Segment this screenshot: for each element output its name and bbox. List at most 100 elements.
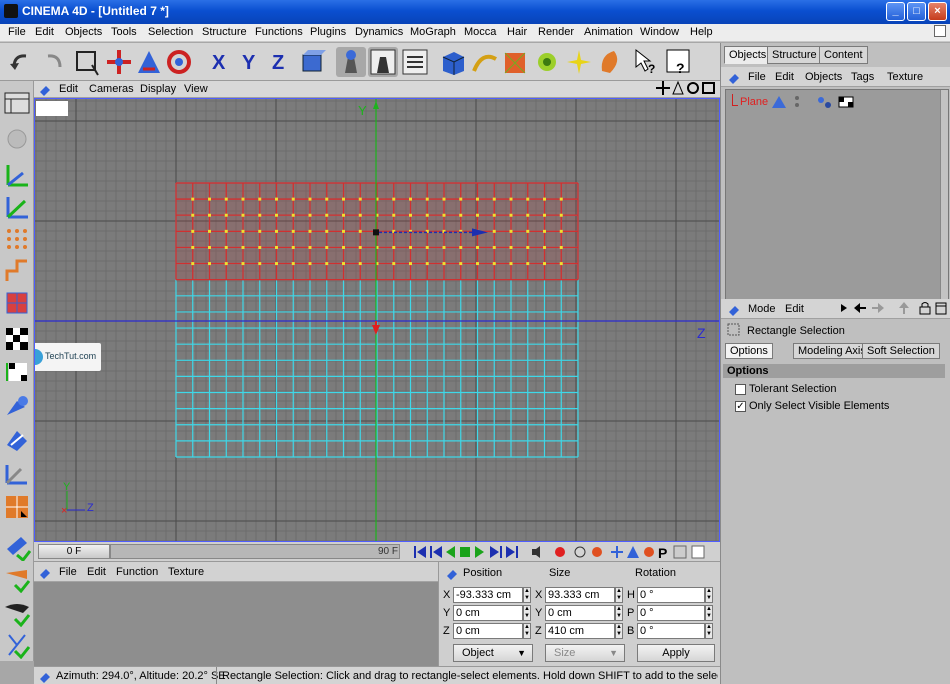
object-menu-tags[interactable]: Tags [851,71,874,83]
move-icon[interactable] [104,47,134,77]
nurbs-icon[interactable] [500,47,530,77]
z-axis-lock-icon[interactable]: Z [266,47,296,77]
chevron-right-icon[interactable] [839,301,849,318]
size-x-field[interactable]: 93.333 cm [545,587,615,603]
rotate-icon[interactable] [164,47,194,77]
tolerant-selection-checkbox[interactable] [735,384,746,395]
pos-x-field[interactable]: -93.333 cm [453,587,523,603]
object-pin-icon[interactable] [727,70,741,87]
y-axis-lock-icon[interactable]: Y [236,47,266,77]
timeline-track[interactable] [110,544,400,559]
lock-icon[interactable] [919,301,931,318]
x-axis-lock-icon[interactable]: X [206,47,236,77]
panel-layout-icon[interactable] [934,25,946,37]
render-active-icon[interactable] [368,47,398,77]
object-row-plane[interactable]: Plane [732,94,942,112]
edges-mode-icon[interactable] [3,257,31,285]
viewport-3d[interactable]: × Y Z Y Z TechTut.com [34,98,720,542]
deformer-icon[interactable] [564,47,594,77]
tab-soft-selection[interactable]: Soft Selection [862,343,940,359]
object-menu-file[interactable]: File [748,71,766,83]
size-y-spinner[interactable]: ▲ ▼ [615,605,623,621]
menu-selection[interactable]: Selection [148,26,193,38]
context-help-icon[interactable]: ? [664,47,694,77]
tab-objects[interactable]: Objects [724,46,772,64]
phong-tag-icon[interactable] [816,94,834,113]
viewport-menu-view[interactable]: View [184,83,208,95]
menu-functions[interactable]: Functions [255,26,303,38]
coord-pin-icon[interactable] [445,566,459,583]
object-axis-tool-icon[interactable] [3,459,31,487]
object-menu-edit[interactable]: Edit [775,71,794,83]
points-mode-icon[interactable] [3,225,31,253]
symmetry-tool-icon[interactable] [3,631,31,660]
model-mode-icon[interactable] [3,125,31,153]
render-view-icon[interactable] [336,47,366,77]
animation-mode-icon[interactable] [3,393,31,421]
viewport-canvas[interactable]: × [35,99,720,542]
minimize-button[interactable]: _ [886,2,905,21]
scene-object-icon[interactable] [596,47,626,77]
rectangle-select-icon[interactable] [72,47,102,77]
pos-y-spinner[interactable]: ▲ ▼ [523,605,531,621]
viewport-move-icon[interactable] [656,81,670,98]
menu-edit[interactable]: Edit [35,26,54,38]
visibility-dots-icon[interactable] [794,95,799,109]
brush-tool-icon[interactable] [3,533,32,563]
render-settings-icon[interactable] [400,47,430,77]
menu-plugins[interactable]: Plugins [310,26,346,38]
coordinate-mode-dropdown[interactable]: Object ▼ [453,644,533,662]
menu-animation[interactable]: Animation [584,26,633,38]
tab-modeling-axis[interactable]: Modeling Axis [793,343,871,359]
world-coordinates-icon[interactable] [298,47,328,77]
tab-options[interactable]: Options [725,343,773,359]
size-z-spinner[interactable]: ▲ ▼ [615,623,623,639]
menu-mograph[interactable]: MoGraph [410,26,456,38]
sculpt-tool-icon[interactable] [3,599,31,628]
object-menu-objects[interactable]: Objects [805,71,842,83]
viewport-menu-cameras[interactable]: Cameras [89,83,134,95]
menu-help[interactable]: Help [690,26,713,38]
menu-hair[interactable]: Hair [507,26,527,38]
rot-p-spinner[interactable]: ▲ ▼ [705,605,713,621]
menu-tools[interactable]: Tools [111,26,137,38]
new-window-icon[interactable] [935,301,947,318]
polygons-mode-icon[interactable] [3,289,31,317]
viewport-menu-edit[interactable]: Edit [59,83,78,95]
attribute-menu-edit[interactable]: Edit [785,303,804,315]
pointer-help-icon[interactable]: ? [632,47,662,77]
object-name[interactable]: Plane [740,96,768,108]
maximize-button[interactable]: □ [907,2,926,21]
attribute-pin-icon[interactable] [727,302,741,319]
viewport-zoom-icon[interactable] [671,80,685,98]
tab-structure[interactable]: Structure [767,46,822,64]
size-x-spinner[interactable]: ▲ ▼ [615,587,623,603]
redo-icon[interactable] [38,47,68,77]
size-z-field[interactable]: 410 cm [545,623,615,639]
material-menu-function[interactable]: Function [116,566,158,578]
menu-render[interactable]: Render [538,26,574,38]
apply-button[interactable]: Apply [637,644,715,662]
back-arrow-icon[interactable] [853,301,867,318]
spline-pen-icon[interactable] [470,47,500,77]
knife-tool-icon[interactable] [3,565,31,594]
pos-y-field[interactable]: 0 cm [453,605,523,621]
object-list-scrollbar[interactable] [940,90,948,330]
texture-axis-icon[interactable] [3,193,31,221]
object-list[interactable]: Plane [725,89,949,333]
material-menu-texture[interactable]: Texture [168,566,204,578]
viewport-menu-display[interactable]: Display [140,83,176,95]
up-arrow-icon[interactable] [897,301,911,318]
material-list-area[interactable] [34,582,438,666]
menu-mocca[interactable]: Mocca [464,26,496,38]
viewport-rotate-icon[interactable] [686,81,700,98]
rot-b-field[interactable]: 0 ° [637,623,705,639]
material-menu-file[interactable]: File [59,566,77,578]
material-pin-icon[interactable] [38,565,52,582]
texture-tag-icon[interactable] [836,94,856,113]
tab-content[interactable]: Content [819,46,868,64]
current-frame-slider[interactable]: 0 F [38,544,110,559]
snap-icon[interactable] [3,493,31,521]
size-y-field[interactable]: 0 cm [545,605,615,621]
menu-file[interactable]: File [8,26,26,38]
